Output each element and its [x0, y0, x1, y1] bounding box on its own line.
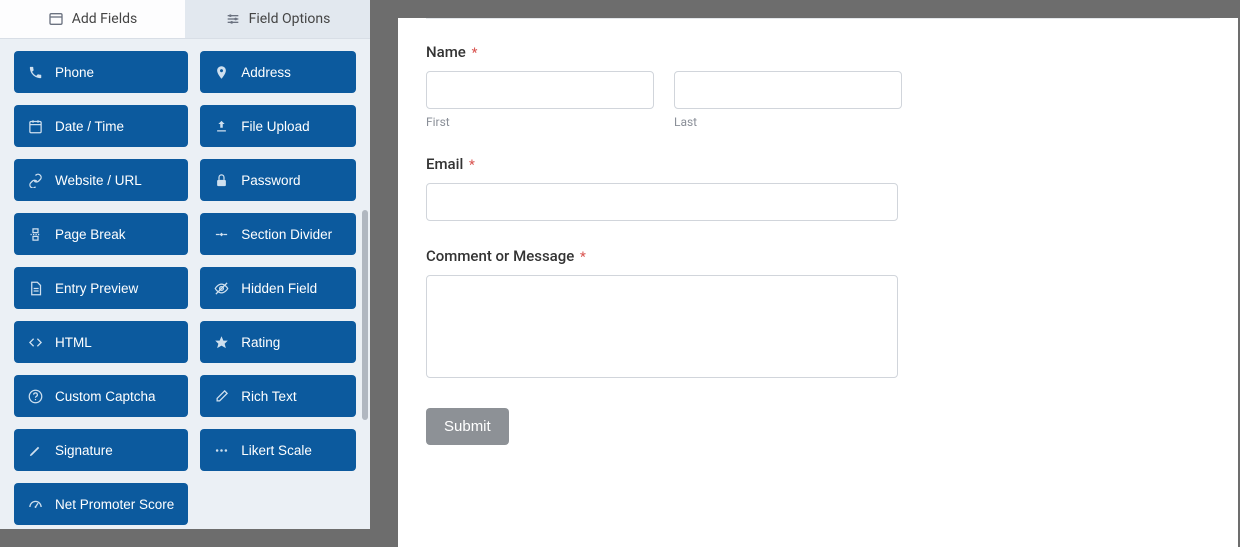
field-label: Page Break: [55, 227, 126, 242]
pencil-icon: [28, 443, 43, 458]
message-label: Comment or Message *: [426, 247, 1210, 265]
field-label: HTML: [55, 335, 92, 350]
field-row-message: Comment or Message *: [426, 247, 1210, 382]
upload-icon: [214, 119, 229, 134]
scrollbar-thumb[interactable]: [362, 210, 368, 420]
field-label: Rich Text: [241, 389, 296, 404]
file-icon: [28, 281, 43, 296]
lock-icon: [214, 173, 229, 188]
sidebar: Add Fields Field Options Phone Address D…: [0, 0, 370, 529]
phone-icon: [28, 65, 43, 80]
main-area: Name * First Last Email *: [370, 0, 1240, 529]
field-row-email: Email *: [426, 155, 1210, 221]
calendar-icon: [28, 119, 43, 134]
field-address[interactable]: Address: [200, 51, 356, 93]
field-rating[interactable]: Rating: [200, 321, 356, 363]
field-html[interactable]: HTML: [14, 321, 188, 363]
field-label: Password: [241, 173, 300, 188]
gauge-icon: [28, 497, 43, 512]
pin-icon: [214, 65, 229, 80]
required-asterisk: *: [469, 158, 475, 173]
field-label: Entry Preview: [55, 281, 138, 296]
field-label: Date / Time: [55, 119, 124, 134]
submit-button[interactable]: Submit: [426, 408, 509, 445]
field-website[interactable]: Website / URL: [14, 159, 188, 201]
field-label: File Upload: [241, 119, 309, 134]
field-sectiondivider[interactable]: Section Divider: [200, 213, 356, 255]
message-textarea[interactable]: [426, 275, 898, 378]
name-label: Name *: [426, 43, 1210, 61]
field-label: Website / URL: [55, 173, 142, 188]
last-name-input[interactable]: [674, 71, 902, 109]
questioncircle-icon: [28, 389, 43, 404]
field-hiddenfield[interactable]: Hidden Field: [200, 267, 356, 309]
field-label: Address: [241, 65, 291, 80]
last-sublabel: Last: [674, 115, 902, 129]
first-name-input[interactable]: [426, 71, 654, 109]
code-icon: [28, 335, 43, 350]
field-likert[interactable]: Likert Scale: [200, 429, 356, 471]
tab-add-fields[interactable]: Add Fields: [0, 0, 185, 38]
field-row-name: Name * First Last: [426, 43, 1210, 129]
field-fileupload[interactable]: File Upload: [200, 105, 356, 147]
field-entrypreview[interactable]: Entry Preview: [14, 267, 188, 309]
field-password[interactable]: Password: [200, 159, 356, 201]
field-nps[interactable]: Net Promoter Score: [14, 483, 188, 525]
field-pagebreak[interactable]: Page Break: [14, 213, 188, 255]
panel-icon: [48, 11, 64, 27]
field-customcaptcha[interactable]: Custom Captcha: [14, 375, 188, 417]
first-sublabel: First: [426, 115, 654, 129]
field-label: Signature: [55, 443, 113, 458]
pagebreak-icon: [28, 227, 43, 242]
field-label: Phone: [55, 65, 94, 80]
field-label: Rating: [241, 335, 280, 350]
tab-label: Add Fields: [72, 11, 138, 27]
email-input[interactable]: [426, 183, 898, 221]
link-icon: [28, 173, 43, 188]
label-text: Comment or Message: [426, 247, 574, 265]
divider-icon: [214, 227, 229, 242]
field-label: Section Divider: [241, 227, 332, 242]
dots-icon: [214, 443, 229, 458]
tab-label: Field Options: [249, 11, 331, 27]
field-datetime[interactable]: Date / Time: [14, 105, 188, 147]
field-label: Hidden Field: [241, 281, 317, 296]
field-label: Custom Captcha: [55, 389, 156, 404]
required-asterisk: *: [580, 250, 586, 265]
form-canvas: Name * First Last Email *: [398, 18, 1238, 547]
label-text: Email: [426, 155, 463, 173]
fields-grid: Phone Address Date / Time File Upload We…: [0, 39, 370, 529]
star-icon: [214, 335, 229, 350]
field-label: Likert Scale: [241, 443, 312, 458]
field-richtext[interactable]: Rich Text: [200, 375, 356, 417]
field-label: Net Promoter Score: [55, 497, 174, 512]
label-text: Name: [426, 43, 466, 61]
required-asterisk: *: [472, 46, 478, 61]
sidebar-tabs: Add Fields Field Options: [0, 0, 370, 39]
edit-icon: [214, 389, 229, 404]
email-label: Email *: [426, 155, 1210, 173]
sliders-icon: [225, 11, 241, 27]
tab-field-options[interactable]: Field Options: [185, 0, 370, 38]
field-signature[interactable]: Signature: [14, 429, 188, 471]
eyeoff-icon: [214, 281, 229, 296]
field-phone[interactable]: Phone: [14, 51, 188, 93]
